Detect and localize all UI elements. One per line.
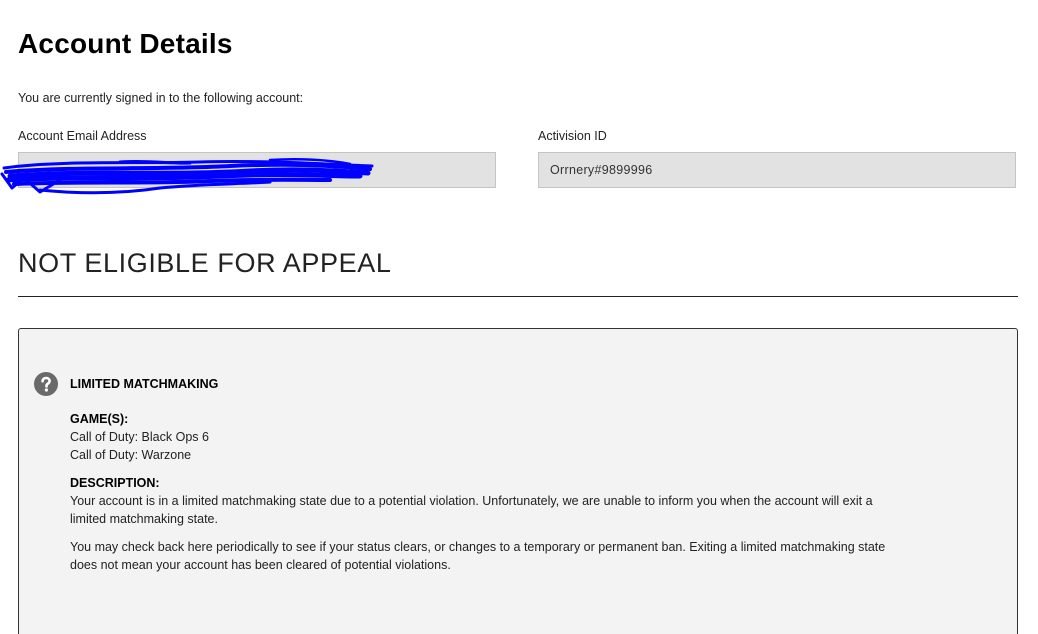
description-paragraph: You may check back here periodically to … [70, 540, 886, 572]
signed-in-intro-text: You are currently signed in to the follo… [18, 91, 304, 105]
enforcement-status-card: LIMITED MATCHMAKING GAME(S): Call of Dut… [18, 328, 1018, 634]
games-label: GAME(S): [70, 412, 129, 426]
page-title: Account Details [18, 28, 233, 59]
appeal-status-heading: NOT ELIGIBLE FOR APPEAL [18, 248, 392, 278]
status-title: LIMITED MATCHMAKING [70, 377, 219, 391]
question-circle-icon [34, 372, 58, 396]
section-divider [18, 296, 1018, 297]
account-details-page: Account Details You are currently signed… [0, 0, 1038, 634]
game-item: Call of Duty: Warzone [70, 448, 192, 462]
description-paragraph: Your account is in a limited matchmaking… [70, 494, 873, 526]
redaction-scribble [0, 157, 374, 195]
activision-id-field: Orrnery#9899996 [538, 152, 1016, 188]
activision-id-label: Activision ID [538, 129, 607, 143]
activision-id-value: Orrnery#9899996 [550, 163, 653, 177]
description-label: DESCRIPTION: [70, 476, 160, 490]
game-item: Call of Duty: Black Ops 6 [70, 430, 209, 444]
email-field-label: Account Email Address [18, 129, 147, 143]
